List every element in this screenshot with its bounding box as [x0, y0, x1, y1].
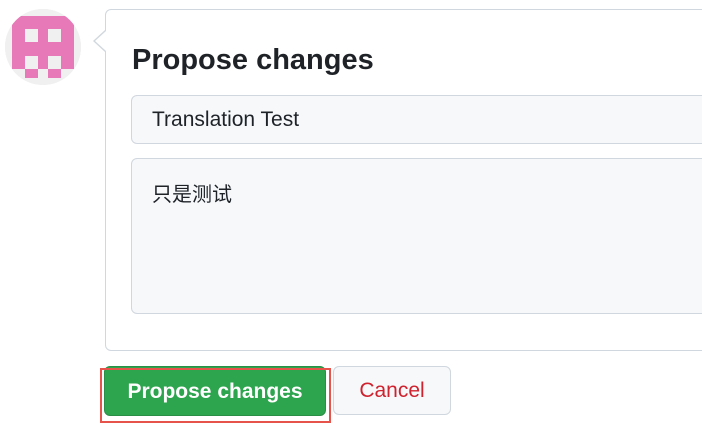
page-title: Propose changes — [132, 44, 374, 76]
propose-changes-page: Propose changes 只是测试 Propose changes Can… — [0, 0, 702, 435]
commit-description-textarea[interactable]: 只是测试 — [131, 158, 702, 314]
propose-changes-panel: Propose changes 只是测试 — [105, 9, 702, 351]
commit-title-input[interactable] — [131, 95, 702, 144]
propose-changes-button[interactable]: Propose changes — [104, 366, 326, 416]
identicon-avatar-icon — [5, 9, 81, 85]
cancel-button[interactable]: Cancel — [333, 366, 451, 415]
user-avatar[interactable] — [5, 9, 81, 85]
panel-caret-inner — [95, 31, 106, 51]
